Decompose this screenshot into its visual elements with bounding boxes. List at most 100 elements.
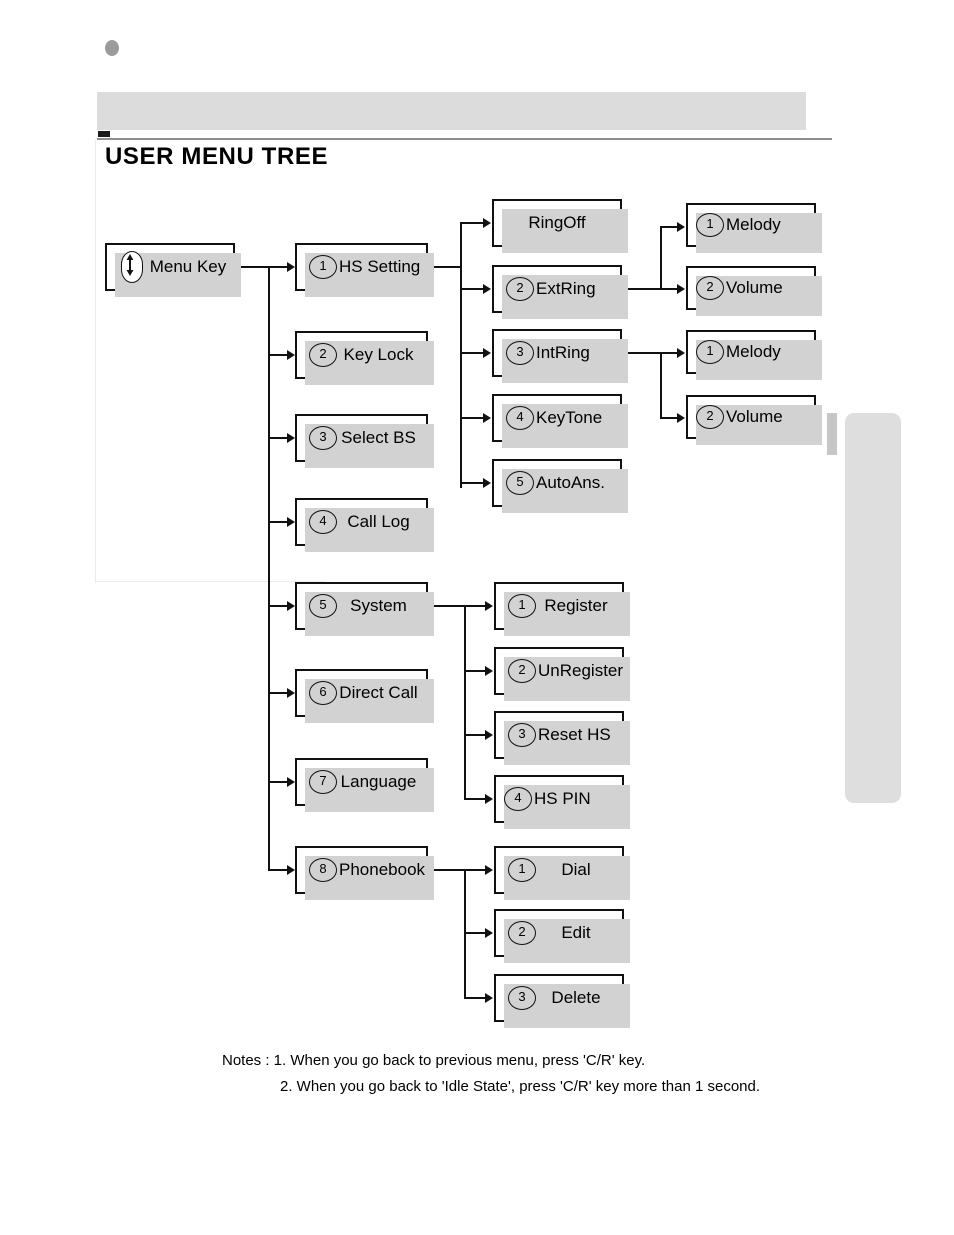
arrow-to-extring	[483, 284, 491, 294]
node-phonebook[interactable]: 8 Phonebook	[295, 846, 434, 900]
node-volume-intring[interactable]: 2 Volume	[686, 395, 822, 445]
node-number: 2	[506, 277, 534, 301]
node-autoans[interactable]: 5 AutoAns.	[492, 459, 628, 513]
node-number: 3	[508, 986, 536, 1010]
node-label: KeyTone	[536, 408, 603, 427]
node-delete[interactable]: 3 Delete	[494, 974, 630, 1028]
node-label: ExtRing	[536, 279, 596, 298]
node-select-bs[interactable]: 3 Select BS	[295, 414, 434, 468]
node-intring[interactable]: 3 IntRing	[492, 329, 628, 383]
node-menu-key[interactable]: Menu Key	[105, 243, 241, 297]
node-edit[interactable]: 2 Edit	[494, 909, 630, 963]
node-label: Register	[544, 596, 608, 615]
node-number: 3	[508, 723, 536, 747]
node-dial[interactable]: 1 Dial	[494, 846, 630, 900]
node-label: Language	[340, 772, 417, 791]
node-number: 3	[506, 341, 534, 365]
node-label: Volume	[726, 278, 783, 297]
node-label: Edit	[561, 923, 591, 942]
node-label: IntRing	[536, 343, 590, 362]
arrow-to-volume-int	[677, 413, 685, 423]
node-volume-extring[interactable]: 2 Volume	[686, 266, 822, 316]
node-label: Phonebook	[339, 860, 426, 879]
arrow-to-call-log	[287, 517, 295, 527]
arrow-to-autoans	[483, 478, 491, 488]
arrow-to-ringoff	[483, 218, 491, 228]
node-label: AutoAns.	[536, 473, 605, 492]
node-label: Melody	[726, 342, 781, 361]
node-number: 1	[508, 594, 536, 618]
node-direct-call[interactable]: 6 Direct Call	[295, 669, 434, 723]
node-number: 4	[506, 406, 534, 430]
node-reset-hs[interactable]: 3 Reset HS	[494, 711, 630, 765]
node-number: 5	[309, 594, 337, 618]
arrow-to-select-bs	[287, 433, 295, 443]
node-key-lock[interactable]: 2 Key Lock	[295, 331, 434, 385]
node-number: 1	[696, 213, 724, 237]
arrow-to-intring	[483, 348, 491, 358]
arrow-to-edit	[485, 928, 493, 938]
arrow-to-direct-call	[287, 688, 295, 698]
node-keytone[interactable]: 4 KeyTone	[492, 394, 628, 448]
node-label: HS PIN	[534, 789, 591, 808]
node-melody-extring[interactable]: 1 Melody	[686, 203, 822, 253]
node-number: 5	[506, 471, 534, 495]
arrow-to-hs-setting	[287, 262, 295, 272]
node-number: 3	[309, 426, 337, 450]
node-number: 1	[508, 858, 536, 882]
node-number: 8	[309, 858, 337, 882]
connector-hs-setting-spine	[460, 222, 462, 488]
node-register[interactable]: 1 Register	[494, 582, 630, 636]
document-page: USER MENU TREE Menu Key 1 HS Setting 2 K…	[0, 0, 954, 1235]
node-number: 1	[309, 255, 337, 279]
node-unregister[interactable]: 2 UnRegister	[494, 647, 630, 701]
node-label: Volume	[726, 407, 783, 426]
arrow-to-system	[287, 601, 295, 611]
node-hs-setting[interactable]: 1 HS Setting	[295, 243, 434, 297]
node-number: 2	[508, 921, 536, 945]
node-number: 7	[309, 770, 337, 794]
arrow-to-register	[485, 601, 493, 611]
node-label: Dial	[561, 860, 591, 879]
node-number: 1	[696, 340, 724, 364]
node-language[interactable]: 7 Language	[295, 758, 434, 812]
node-label: Call Log	[347, 512, 410, 531]
notes-line-1: Notes : 1. When you go back to previous …	[222, 1052, 646, 1069]
connector-intring-out	[622, 352, 662, 354]
node-extring[interactable]: 2 ExtRing	[492, 265, 628, 319]
node-number: 2	[508, 659, 536, 683]
connector-system-spine	[464, 605, 466, 798]
node-number: 6	[309, 681, 337, 705]
node-label: Direct Call	[339, 683, 418, 702]
node-hs-pin[interactable]: 4 HS PIN	[494, 775, 630, 829]
arrow-to-melody-ext	[677, 222, 685, 232]
node-call-log[interactable]: 4 Call Log	[295, 498, 434, 552]
arrow-to-hs-pin	[485, 794, 493, 804]
node-label: Select BS	[341, 428, 416, 447]
node-label: Reset HS	[538, 725, 611, 744]
arrow-to-volume-ext	[677, 284, 685, 294]
connector-intring-spine	[660, 352, 662, 418]
arrow-to-dial	[485, 865, 493, 875]
arrow-to-melody-int	[677, 348, 685, 358]
arrow-to-language	[287, 777, 295, 787]
node-label: Menu Key	[149, 257, 227, 276]
notes-block: Notes : 1. When you go back to previous …	[222, 1048, 760, 1100]
node-label: Melody	[726, 215, 781, 234]
node-label: UnRegister	[538, 661, 624, 680]
node-ringoff[interactable]: RingOff	[492, 199, 628, 253]
arrow-to-delete	[485, 993, 493, 1003]
arrow-to-unregister	[485, 666, 493, 676]
node-number: 2	[309, 343, 337, 367]
node-system[interactable]: 5 System	[295, 582, 434, 636]
node-number: 4	[309, 510, 337, 534]
node-label: Key Lock	[343, 345, 414, 364]
node-number: 4	[504, 787, 532, 811]
arrow-to-reset-hs	[485, 730, 493, 740]
node-label: HS Setting	[339, 257, 421, 276]
connector-extring-out	[622, 288, 662, 290]
node-number: 2	[696, 276, 724, 300]
navigation-key-icon	[121, 251, 143, 283]
connector-extring-spine	[660, 226, 662, 290]
node-melody-intring[interactable]: 1 Melody	[686, 330, 822, 380]
